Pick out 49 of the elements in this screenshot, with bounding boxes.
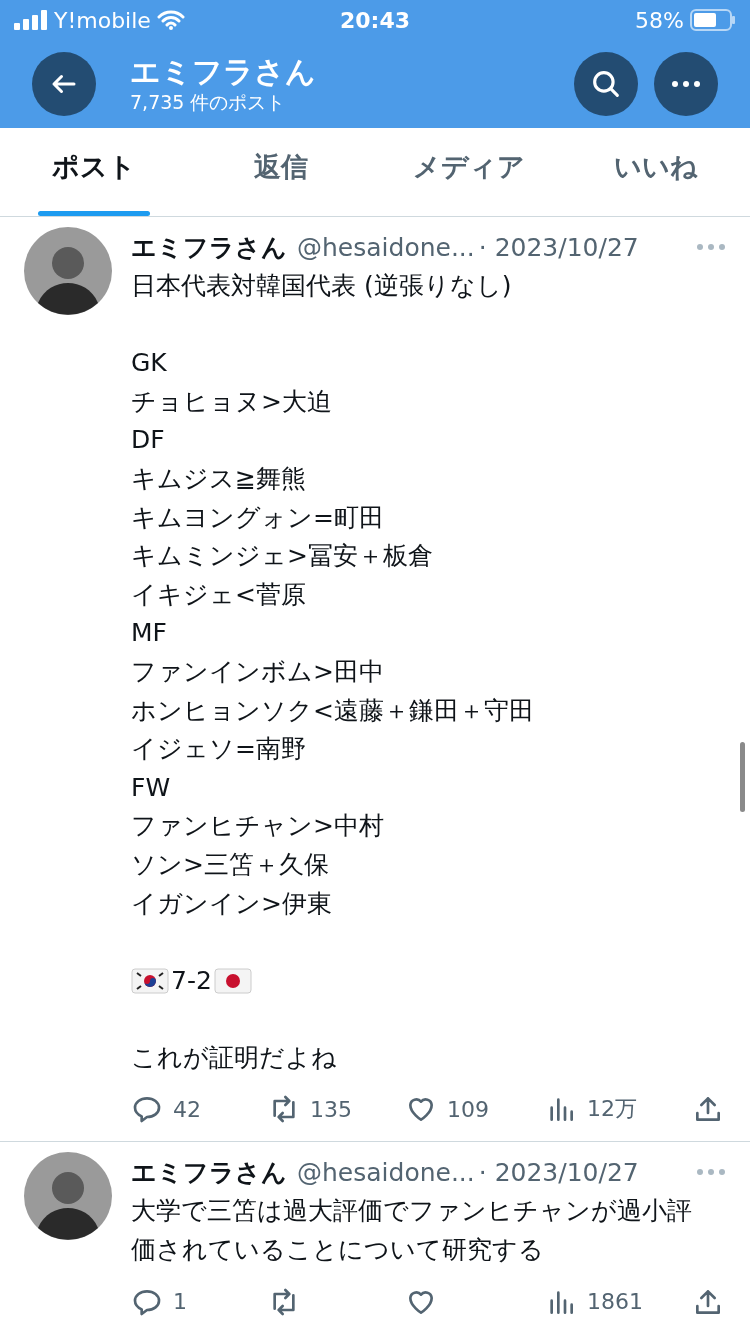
post-date: · 2023/10/27: [478, 232, 639, 262]
tab[interactable]: 返信: [187, 128, 375, 216]
flag-icon: [213, 967, 252, 995]
post-text-line: MF: [131, 617, 167, 650]
clock-time: 20:43: [340, 7, 410, 33]
avatar[interactable]: [24, 1152, 112, 1241]
post-text-line: ソン>三笘＋久保: [131, 848, 329, 881]
author-name: エミフラさん: [131, 231, 287, 264]
profile-name: エミフラさん: [130, 54, 317, 90]
post-text-line: チョヒョヌ>大迫: [131, 385, 332, 418]
battery-icon: [690, 9, 736, 31]
views-button[interactable]: 12万: [545, 1093, 692, 1126]
views-button[interactable]: 1861: [545, 1285, 692, 1318]
post-text-line: FW: [131, 771, 171, 804]
post-text-line: キムヨングォン=町田: [131, 501, 384, 534]
post-text-line: イガンイン>伊東: [131, 887, 332, 920]
avatar[interactable]: [24, 227, 112, 315]
post-count: 7,735 件のポスト: [130, 90, 287, 114]
post-text-line: ホンヒョンソク<遠藤＋鎌田＋守田: [131, 694, 534, 727]
post-text: 大学で三笘は過大評価でファンヒチャンが過小評価されていることについて研究する: [131, 1195, 693, 1267]
tab[interactable]: メディア: [375, 128, 563, 216]
reply-button[interactable]: 1: [131, 1285, 268, 1318]
scrollbar: [740, 742, 745, 812]
author-name: エミフラさん: [131, 1156, 287, 1189]
post-text: 日本代表対韓国代表 (逆張りなし): [131, 270, 513, 302]
like-button[interactable]: 109: [405, 1093, 545, 1126]
signal-icon: [14, 10, 48, 30]
post-text-line: GK: [131, 347, 167, 380]
reply-button[interactable]: 42: [131, 1093, 268, 1126]
post-text-line: イジェソ=南野: [131, 733, 306, 766]
post-date: · 2023/10/27: [478, 1157, 639, 1187]
post-text-line: キムミンジェ>冨安＋板倉: [131, 540, 433, 573]
carrier-name: Y!mobile: [54, 7, 151, 33]
post-text-line: DF: [131, 424, 165, 457]
post-text: これが証明だよね: [131, 1041, 338, 1074]
author-handle: @hesaidone...: [297, 1157, 475, 1187]
battery-percent: 58%: [635, 7, 684, 33]
post-text-line: キムジス≧舞熊: [131, 462, 306, 495]
flag-icon: [131, 967, 169, 995]
tab[interactable]: ポスト: [0, 128, 188, 216]
post-text-line: ファンヒチャン>中村: [131, 810, 384, 843]
post-text-line: ファンインボム>田中: [131, 655, 384, 688]
tab[interactable]: いいね: [562, 128, 750, 216]
score-text: 7-2: [171, 964, 212, 997]
post-text-line: イキジェ<菅原: [131, 578, 306, 611]
more-icon: [671, 80, 701, 88]
author-handle: @hesaidone...: [297, 232, 475, 262]
repost-button[interactable]: 135: [268, 1093, 405, 1126]
wifi-icon: [156, 10, 185, 30]
